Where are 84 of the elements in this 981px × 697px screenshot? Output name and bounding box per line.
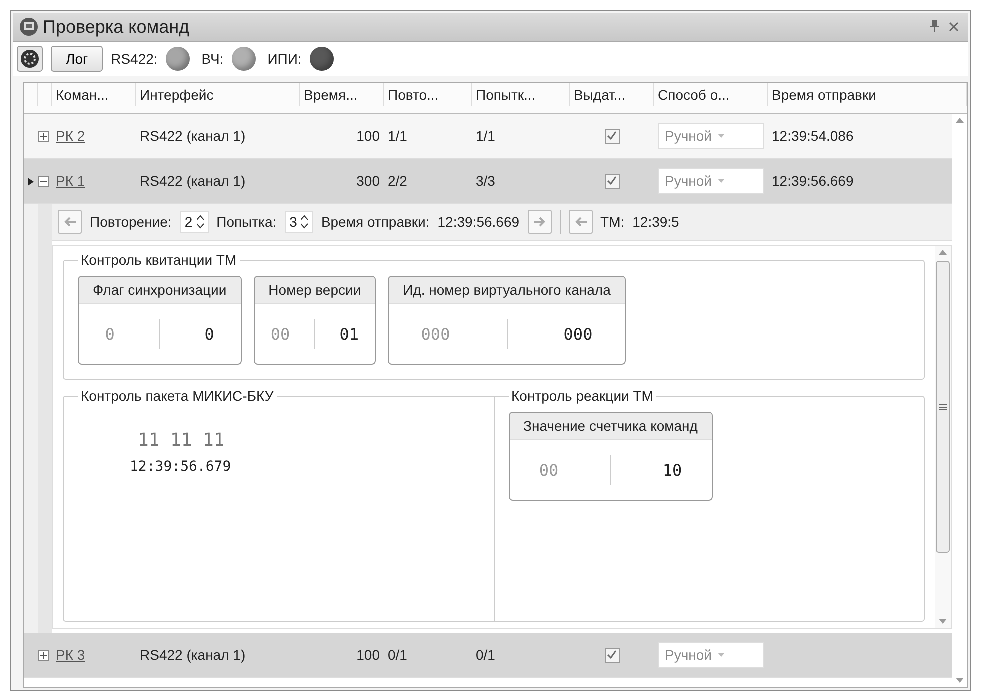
command-link[interactable]: РК 2: [56, 128, 86, 144]
table-row[interactable]: РК 2 RS422 (канал 1) 100 1/1 1/1 Ручной 12:39:54.086: [24, 114, 952, 159]
scroll-up-icon[interactable]: [956, 118, 964, 123]
table-cell: 12:39:54.086: [772, 128, 854, 144]
table-cell-text: 2/2: [387, 173, 408, 189]
scrollbar-thumb[interactable]: [936, 261, 950, 553]
expected-value: 00: [539, 460, 559, 480]
caret-icon: [718, 134, 725, 138]
actual-value: 01: [340, 324, 359, 344]
method-dropdown[interactable]: Ручной: [658, 168, 764, 194]
table-cell-text: 0/1: [475, 647, 496, 663]
scroll-down-icon[interactable]: [956, 678, 964, 683]
pin-button[interactable]: [927, 20, 942, 34]
table-cell-text: 1/1: [387, 128, 408, 144]
repeat-label: Повторение:: [90, 214, 172, 230]
table-cell-text: 300: [356, 173, 381, 189]
indicator-label: RS422:: [111, 51, 158, 67]
table-cell-text: RS422 (канал 1): [139, 173, 247, 189]
log-button[interactable]: Лог: [51, 46, 104, 72]
packet-time: 12:39:56.679: [130, 459, 232, 475]
packet-bytes: 11 11 11: [138, 430, 226, 451]
table-cell-text: 0/1: [387, 647, 408, 663]
column-header[interactable]: Попытк...: [472, 83, 570, 106]
number-spinner[interactable]: 2: [180, 211, 209, 233]
right-arrow-icon: [534, 217, 546, 227]
table-cell-text: 100: [356, 647, 381, 663]
column-header[interactable]: Интерфейс: [136, 83, 300, 106]
tm-time-value: 12:39:5: [632, 214, 680, 230]
caret-icon: [718, 179, 725, 183]
table-row[interactable]: РК 1 RS422 (канал 1) 300 2/2 3/3 Ручной 12:39:56.669: [24, 159, 952, 204]
window-icon: [19, 17, 39, 37]
caret-icon: [718, 653, 725, 657]
card-title: Значение счетчика команд: [510, 413, 712, 440]
group-title: Контроль реакции ТМ: [510, 388, 654, 404]
table-cell: 12:39:56.669: [772, 173, 854, 189]
attempt-label: Попытка:: [216, 214, 277, 230]
column-header[interactable]: Коман...: [52, 83, 136, 106]
table-cell-text: RS422 (канал 1): [139, 647, 247, 663]
left-arrow-icon: [64, 217, 76, 227]
actual-value: 000: [564, 324, 593, 344]
checkbox[interactable]: [604, 128, 620, 144]
window-title: Проверка команд: [43, 16, 191, 38]
table-cell-text: 1/1: [475, 128, 496, 144]
column-header[interactable]: Выдат...: [570, 83, 654, 106]
method-dropdown[interactable]: Ручной: [658, 123, 764, 149]
scroll-down-icon[interactable]: [939, 619, 947, 624]
card-title: Номер версии: [254, 277, 376, 304]
checkbox[interactable]: [604, 174, 620, 188]
card-title: Ид. номер виртуального канала: [389, 277, 625, 304]
expected-value: 0: [105, 324, 115, 344]
actual-value: 0: [204, 324, 214, 344]
expected-value: 000: [421, 324, 450, 344]
forward-button[interactable]: [528, 210, 552, 234]
column-header[interactable]: Время...: [300, 83, 384, 106]
table-cell-text: 100: [356, 128, 381, 144]
table-cell-text: 3/3: [475, 173, 496, 189]
actual-value: 10: [662, 460, 682, 480]
number-spinner[interactable]: 3: [284, 211, 314, 233]
group-title: Контроль пакета МИКИС-БКУ: [80, 388, 275, 404]
expand-icon[interactable]: [38, 650, 49, 660]
collapse-icon[interactable]: [38, 176, 49, 186]
tm-label: ТМ:: [600, 214, 625, 230]
column-header[interactable]: Способ о...: [654, 83, 768, 106]
card-title: Флаг синхронизации: [79, 277, 241, 304]
back-button[interactable]: [568, 210, 593, 234]
method-dropdown[interactable]: Ручной: [658, 642, 764, 668]
sent-time-label: Время отправки:: [321, 214, 430, 230]
expected-value: 00: [270, 324, 290, 344]
table-cell-text: RS422 (канал 1): [139, 128, 247, 144]
left-arrow-icon: [574, 217, 587, 227]
sent-time-value: 12:39:56.669: [438, 214, 520, 230]
back-button[interactable]: [58, 210, 82, 234]
scroll-up-icon[interactable]: [939, 250, 947, 255]
table-row[interactable]: РК 3 RS422 (канал 1) 100 0/1 0/1 Ручной: [24, 633, 952, 678]
command-link[interactable]: РК 3: [56, 647, 86, 663]
expand-icon[interactable]: [38, 130, 49, 142]
group-title: Контроль квитанции ТМ: [80, 252, 238, 268]
column-header[interactable]: Повто...: [384, 83, 472, 106]
indicator-label: ВЧ:: [202, 51, 224, 67]
command-link[interactable]: РК 1: [56, 173, 86, 189]
column-header[interactable]: Время отправки: [768, 83, 967, 106]
settings-button[interactable]: [17, 46, 43, 72]
indicator-label: ИПИ:: [268, 51, 302, 67]
checkbox[interactable]: [604, 648, 620, 662]
